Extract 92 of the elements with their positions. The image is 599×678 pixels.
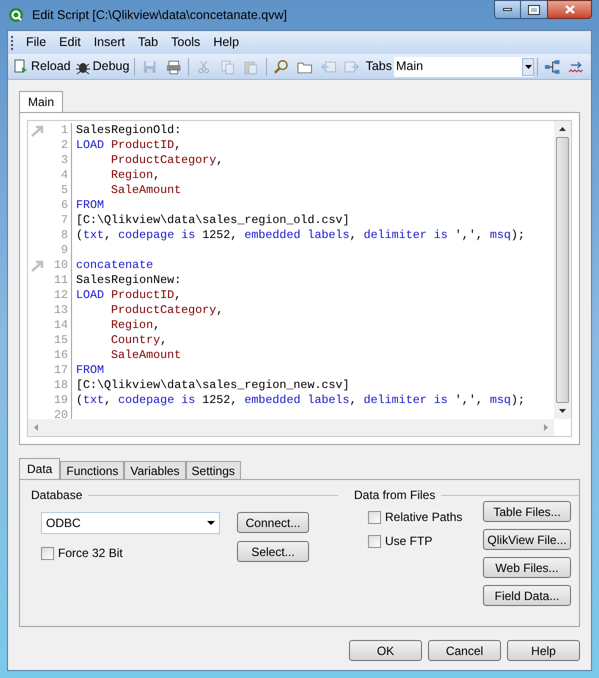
line-number: 20: [54, 406, 68, 419]
code-line: Region,: [111, 166, 160, 184]
dialog-button[interactable]: Connect...: [237, 512, 309, 533]
group-title: Data from Files: [354, 487, 436, 504]
print-icon[interactable]: [166, 58, 182, 74]
line-number: 17: [54, 362, 68, 379]
database-dropdown[interactable]: ODBC: [41, 512, 220, 534]
caret-icon: [207, 521, 215, 525]
horizontal-scrollbar[interactable]: [28, 419, 554, 436]
line-number: 18: [54, 376, 68, 394]
group-title: Database: [31, 487, 82, 504]
line-number: 4: [60, 166, 68, 184]
scroll-right-icon[interactable]: [544, 424, 548, 431]
scroll-left-icon[interactable]: [34, 424, 38, 431]
dialog-button[interactable]: Help: [507, 640, 580, 661]
line-number: 5: [60, 182, 68, 199]
dialog-button[interactable]: Cancel: [428, 640, 501, 661]
tabs-dropdown[interactable]: Main: [394, 56, 534, 76]
caret-icon: [524, 64, 532, 68]
code-line: concatenate: [76, 256, 154, 274]
menu-item[interactable]: Tools: [165, 33, 206, 52]
menu-item[interactable]: Edit: [53, 33, 87, 52]
line-number: 10: [54, 256, 68, 274]
checkbox-label: Use FTP: [385, 533, 432, 550]
code-line: Region,: [111, 316, 160, 334]
line-number: 15: [54, 332, 68, 349]
menu-item[interactable]: File: [20, 33, 52, 52]
panel-tab[interactable]: Data: [19, 458, 60, 479]
code-line: SaleAmount: [111, 346, 182, 364]
checkbox-label: Relative Paths: [385, 509, 462, 526]
code-line: (txt, codepage is 1252, embedded labels, delimiter is ',', msq);: [76, 226, 525, 244]
close-button[interactable]: [547, 0, 592, 19]
line-number: 19: [54, 392, 68, 409]
dialog-button[interactable]: QlikView File...: [483, 529, 571, 550]
code-line: (txt, codepage is 1252, embedded labels, delimiter is ',', msq);: [76, 392, 525, 409]
code-line: FROM: [76, 196, 104, 214]
table-viewer-icon[interactable]: [544, 58, 562, 74]
dialog-button[interactable]: Web Files...: [483, 557, 571, 578]
code-line: ProductCategory,: [111, 302, 224, 319]
menu-item[interactable]: Insert: [88, 33, 131, 52]
dialog-button[interactable]: Field Data...: [483, 585, 571, 606]
maximize-button[interactable]: [521, 0, 547, 19]
line-number: 9: [60, 242, 68, 259]
line-number: 11: [54, 272, 68, 289]
code-line: FROM: [76, 362, 104, 379]
checkbox[interactable]: [368, 534, 381, 548]
code-line: SalesRegionOld:: [76, 122, 182, 139]
search-icon[interactable]: [274, 58, 290, 74]
minimize-button[interactable]: [494, 0, 521, 19]
dialog-button[interactable]: OK: [349, 640, 422, 661]
checkbox[interactable]: [368, 510, 381, 524]
line-number: 1: [60, 122, 68, 139]
close-icon: [564, 5, 574, 14]
reload-icon: [13, 58, 29, 74]
scroll-up-icon[interactable]: [559, 127, 566, 131]
line-number: 6: [60, 196, 68, 214]
code-line: [C:\Qlikview\data\sales_region_old.csv]: [76, 212, 350, 229]
code-line: LOAD ProductID,: [76, 286, 182, 304]
window-title: Edit Script [C:\Qlikview\data\concetanate.qvw]: [32, 6, 287, 24]
reload-button[interactable]: Reload: [11, 57, 73, 76]
line-number: 7: [60, 212, 68, 229]
bookmark-arrow-icon: [31, 124, 45, 136]
line-number: 12: [54, 286, 68, 304]
code-line: SalesRegionNew:: [76, 272, 182, 289]
checkbox[interactable]: [41, 546, 54, 560]
line-number: 3: [60, 152, 68, 169]
menu-item[interactable]: Tab: [132, 33, 164, 52]
bookmark-arrow-icon: [31, 260, 45, 272]
scroll-down-icon[interactable]: [559, 409, 566, 413]
line-number: 2: [60, 136, 68, 154]
dialog-button[interactable]: Select...: [237, 541, 309, 562]
tabs-label: Tabs: [366, 58, 392, 76]
line-number: 8: [60, 226, 68, 244]
vertical-scrollbar[interactable]: [554, 121, 571, 419]
panel-tab[interactable]: Variables: [124, 461, 186, 479]
code-line: Country,: [111, 332, 168, 349]
dialog-button[interactable]: Table Files...: [483, 501, 571, 522]
debug-button[interactable]: Debug: [72, 57, 132, 76]
code-line: LOAD ProductID,: [76, 136, 182, 154]
checkbox-label: Force 32 Bit: [58, 545, 123, 562]
line-number: 16: [54, 346, 68, 364]
menu-item[interactable]: Help: [207, 33, 246, 52]
code-line: [C:\Qlikview\data\sales_region_new.csv]: [76, 376, 350, 394]
panel-tab[interactable]: Settings: [186, 461, 241, 479]
line-number: 13: [54, 302, 68, 319]
app-logo-icon: [8, 7, 24, 23]
code-line: SaleAmount: [111, 182, 182, 199]
syntax-check-icon[interactable]: [568, 58, 586, 74]
line-number: 14: [54, 316, 68, 334]
editor-tab[interactable]: Main: [19, 91, 64, 112]
panel-tab[interactable]: Functions: [60, 461, 124, 479]
code-line: ProductCategory,: [111, 152, 224, 169]
